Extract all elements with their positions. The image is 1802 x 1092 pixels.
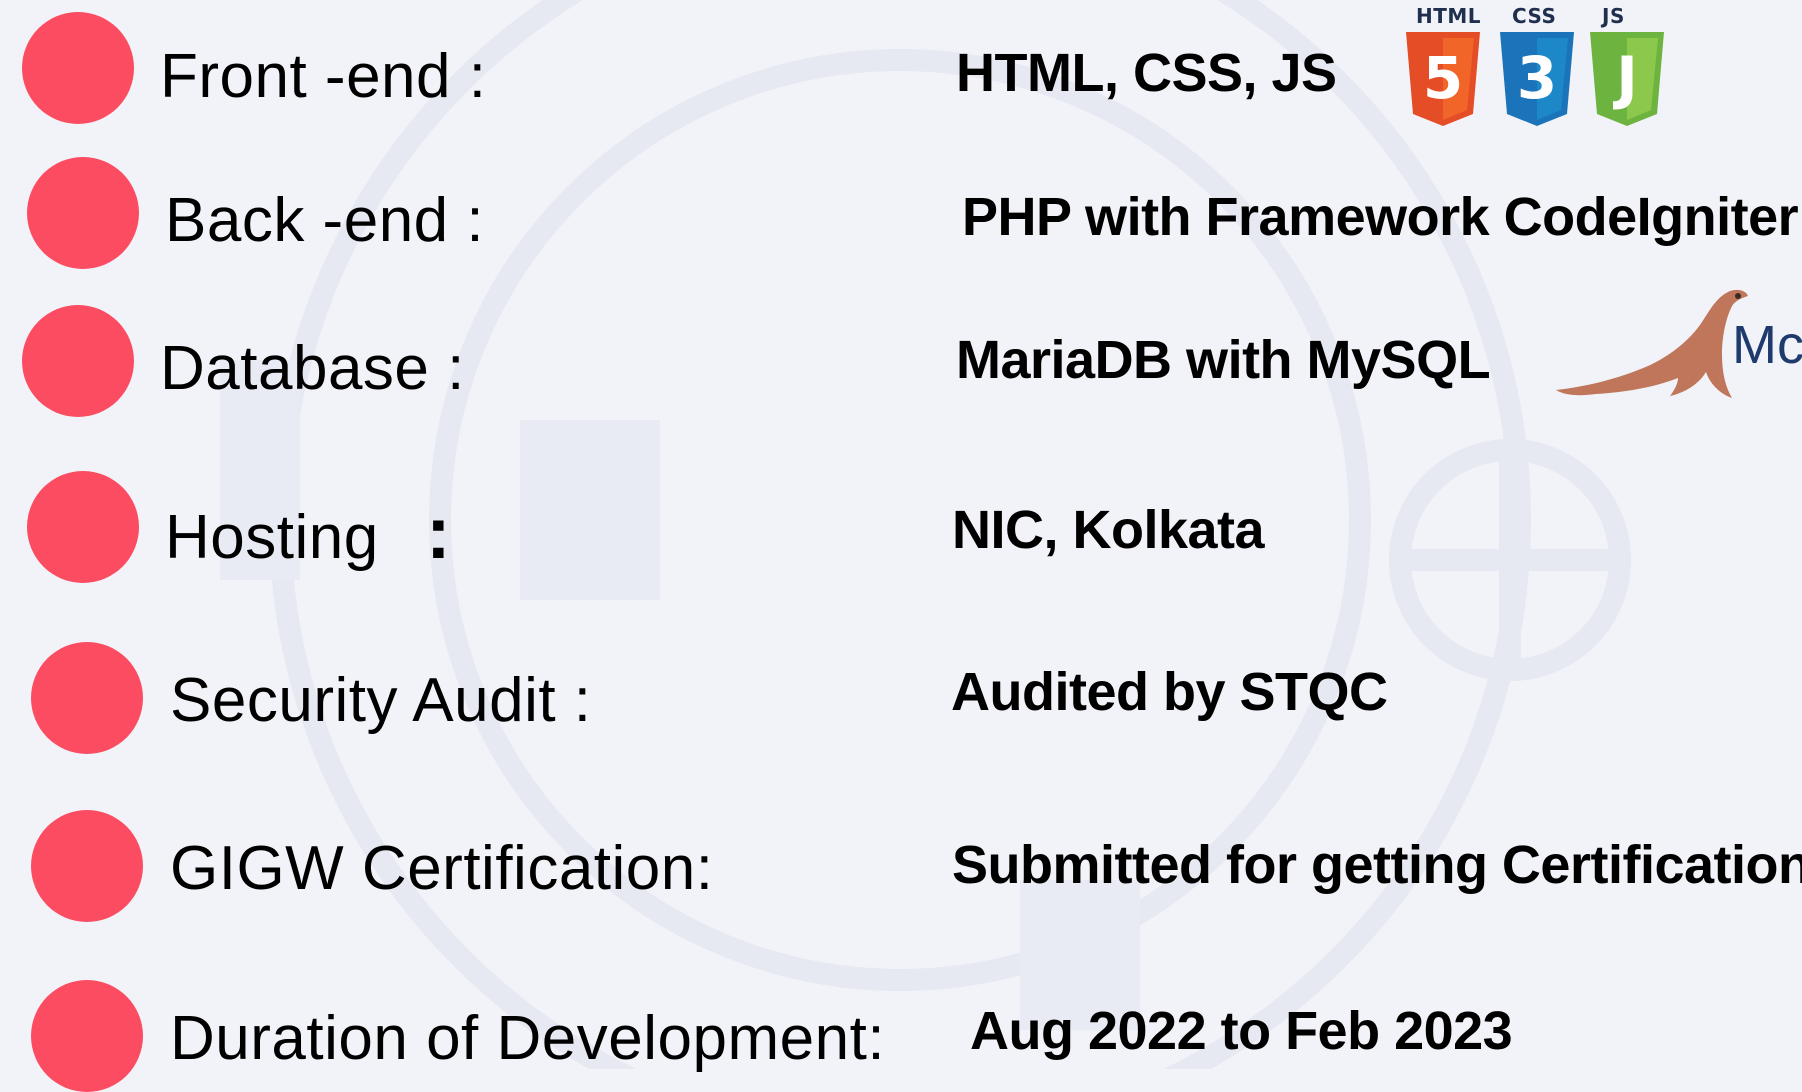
js-shield-icon: J <box>1590 32 1664 126</box>
value-gigw-certification: Submitted for getting Certification <box>952 835 1802 895</box>
label-duration: Duration of Development: <box>170 1004 886 1073</box>
js-logo-label: JS <box>1602 4 1625 28</box>
js-glyph: J <box>1612 44 1638 112</box>
html-logo-label: HTML <box>1416 4 1482 28</box>
bullet-hosting <box>27 471 139 583</box>
hosting-colon: : <box>426 491 451 574</box>
value-hosting: NIC, Kolkata <box>952 500 1265 560</box>
label-security-audit: Security Audit : <box>170 666 592 735</box>
css-logo-label: CSS <box>1512 4 1557 28</box>
label-front-end: Front -end : <box>160 42 487 111</box>
value-security-audit: Audited by STQC <box>951 662 1388 722</box>
bullet-database <box>22 305 134 417</box>
label-gigw-certification: GIGW Certification: <box>170 834 714 903</box>
bullet-front-end <box>22 12 134 124</box>
html5-shield-icon: 5 <box>1406 32 1480 126</box>
value-front-end: HTML, CSS, JS <box>956 43 1337 103</box>
css3-shield-icon: 3 <box>1500 32 1574 126</box>
html5-glyph: 5 <box>1423 44 1463 112</box>
bullet-security-audit <box>31 642 143 754</box>
label-hosting: Hosting <box>165 503 379 572</box>
mariadb-wordmark: Mc <box>1732 315 1802 375</box>
value-duration: Aug 2022 to Feb 2023 <box>970 1001 1513 1061</box>
css3-glyph: 3 <box>1517 44 1557 112</box>
bullet-duration <box>31 980 143 1092</box>
label-back-end: Back -end : <box>165 186 485 255</box>
web-tech-logos: HTML CSS JS 5 3 J <box>1404 4 1670 128</box>
value-back-end: PHP with Framework CodeIgniter <box>962 187 1799 247</box>
bullet-gigw-certification <box>31 810 143 922</box>
value-database: MariaDB with MySQL <box>956 330 1491 390</box>
label-database: Database : <box>160 334 465 403</box>
bullet-back-end <box>27 157 139 269</box>
